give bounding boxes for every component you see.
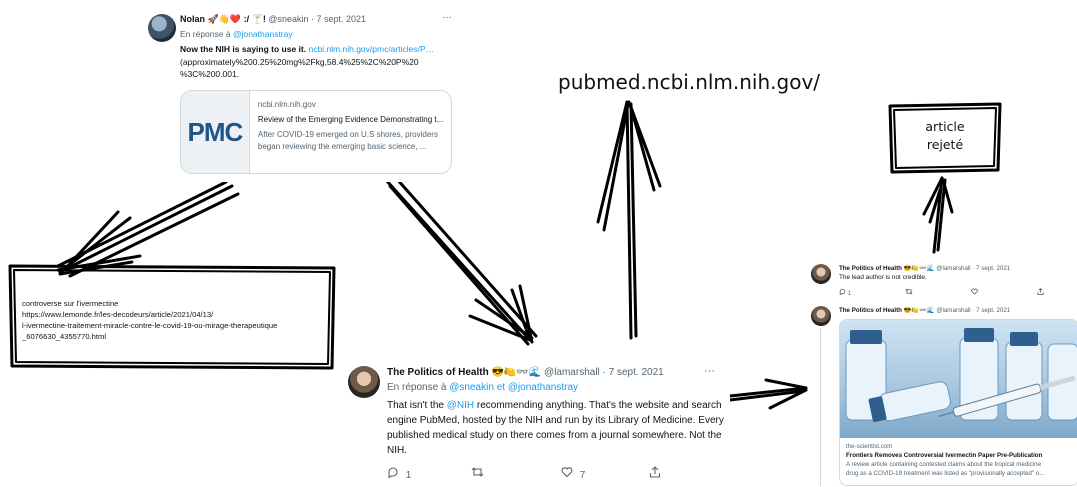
tweet-nolan[interactable]: Nolan 🚀👋❤️ :/ 🍸! @sneakin · 7 sept. 2021… bbox=[146, 10, 462, 182]
reply-prefix: En réponse à bbox=[180, 29, 231, 39]
card-description: began reviewing the emerging basic scien… bbox=[257, 142, 427, 151]
card-title: Frontiers Removes Controversial Ivermect… bbox=[846, 452, 1043, 459]
tweet-body: That isn't the @NIH recommending anythin… bbox=[387, 398, 727, 458]
reply-count: 1 bbox=[405, 470, 412, 481]
author-name[interactable]: The Politics of Health 😎🍋👓🌊 bbox=[839, 307, 934, 314]
heart-icon bbox=[561, 467, 573, 478]
card-description: drug as a COVID-19 treatment was listed … bbox=[846, 470, 1045, 477]
handle-time: @lamarshall · 7 sept. 2021 bbox=[936, 307, 1011, 314]
controversy-url[interactable]: _6076630_4355770.html bbox=[22, 331, 328, 342]
reply-mention[interactable]: @jonathanstray bbox=[508, 382, 578, 393]
reply-button[interactable]: 1 bbox=[839, 288, 852, 297]
heart-icon[interactable] bbox=[971, 288, 978, 295]
arrow-to-small-tweets bbox=[728, 378, 808, 410]
pmc-logo: PMC bbox=[181, 91, 250, 173]
tweet-text: NIH. bbox=[387, 445, 407, 456]
handle-time: @lamarshall · 7 sept. 2021 bbox=[936, 265, 1011, 272]
author-name[interactable]: Nolan 🚀👋❤️ :/ 🍸! bbox=[180, 14, 266, 24]
avatar[interactable] bbox=[811, 264, 831, 284]
share-icon[interactable] bbox=[1037, 288, 1044, 295]
tweet-link[interactable]: ncbi.nlm.nih.gov/pmc/articles/P… bbox=[308, 44, 434, 54]
reply-icon bbox=[839, 288, 846, 296]
tweet-politics-main[interactable]: The Politics of Health 😎🍋👓🌊 @lamarshall … bbox=[340, 358, 730, 487]
controversy-url[interactable]: https://www.lemonde.fr/les-decodeurs/art… bbox=[22, 309, 328, 320]
tweet-text-bold: Now the NIH is saying to use it. bbox=[180, 44, 307, 54]
controversy-title: controverse sur l'ivermectine bbox=[22, 299, 119, 308]
controversy-url[interactable]: l-ivermectine-traitement-miracle-contre-… bbox=[22, 320, 328, 331]
reply-count: 1 bbox=[847, 291, 852, 297]
link-card-scientist[interactable]: the-scientist.com Frontiers Removes Cont… bbox=[839, 319, 1077, 486]
reply-icon bbox=[388, 467, 398, 479]
rejected-line: article bbox=[925, 119, 965, 134]
reply-and: et bbox=[496, 382, 506, 393]
rejected-line: rejeté bbox=[926, 137, 964, 152]
arrow-to-pubmed bbox=[596, 100, 662, 340]
annotation-pubmed: pubmed.ncbi.nlm.nih.gov/ bbox=[558, 70, 821, 94]
tweet-text: That isn't the bbox=[387, 400, 444, 411]
more-icon[interactable]: ··· bbox=[442, 12, 452, 23]
card-domain: ncbi.nlm.nih.gov bbox=[257, 100, 316, 109]
retweet-icon bbox=[471, 467, 484, 477]
arrow-to-rejected bbox=[922, 176, 954, 254]
like-button[interactable]: 7 bbox=[561, 466, 585, 481]
author-name[interactable]: The Politics of Health 😎🍋👓🌊 bbox=[839, 265, 934, 272]
handle-time: @sneakin · 7 sept. 2021 bbox=[268, 14, 367, 24]
avatar[interactable] bbox=[148, 14, 176, 42]
card-description: After COVID-19 emerged on U.S shores, pr… bbox=[257, 130, 438, 139]
tweet-text-line: %3C%200.001. bbox=[180, 69, 240, 79]
tweet-text: The lead author is not credible. bbox=[839, 274, 927, 281]
reply-mention[interactable]: @jonathanstray bbox=[233, 29, 293, 39]
retweet-button[interactable] bbox=[471, 466, 484, 481]
handle-time: @lamarshall · 7 sept. 2021 bbox=[544, 367, 664, 378]
vials-image bbox=[840, 320, 1077, 438]
tweet-politics-small-1[interactable]: The Politics of Health 😎🍋👓🌊 @lamarshall … bbox=[808, 262, 1077, 302]
arrow-to-politics-tweet bbox=[384, 176, 538, 346]
card-description: A review article containing contested cl… bbox=[846, 461, 1042, 468]
tweet-text-line: (approximately%200.25%20mg%2Fkg,58.4%25%… bbox=[180, 56, 419, 67]
annotation-rejected: article rejeté bbox=[894, 118, 996, 154]
reply-button[interactable]: 1 bbox=[387, 466, 411, 481]
card-domain: the-scientist.com bbox=[846, 443, 893, 450]
reply-prefix: En réponse à bbox=[387, 382, 447, 393]
avatar[interactable] bbox=[348, 366, 380, 398]
reply-mention[interactable]: @sneakin bbox=[449, 382, 494, 393]
avatar[interactable] bbox=[811, 306, 831, 326]
link-card-pmc[interactable]: PMC ncbi.nlm.nih.gov Review of the Emerg… bbox=[180, 90, 452, 174]
tweet-text: recommending anything. That's the websit… bbox=[476, 400, 722, 411]
tweet-politics-small-2[interactable]: The Politics of Health 😎🍋👓🌊 @lamarshall … bbox=[808, 304, 1077, 487]
mention-link[interactable]: @NIH bbox=[447, 400, 474, 411]
retweet-icon[interactable] bbox=[905, 288, 913, 295]
share-button[interactable] bbox=[649, 466, 661, 481]
card-title: Review of the Emerging Evidence Demonstr… bbox=[257, 115, 444, 124]
tweet-text: published medical study on there comes f… bbox=[387, 430, 722, 441]
annotation-controversy: controverse sur l'ivermectine https://ww… bbox=[22, 298, 328, 342]
share-icon bbox=[649, 466, 661, 478]
arrow-to-controversy bbox=[56, 180, 240, 278]
like-count: 7 bbox=[579, 470, 586, 481]
author-name[interactable]: The Politics of Health 😎🍋👓🌊 bbox=[387, 367, 541, 378]
thread-line bbox=[820, 328, 821, 486]
more-icon[interactable]: ··· bbox=[704, 365, 715, 377]
tweet-text: engine PubMed, hosted by the NIH and run… bbox=[387, 415, 724, 426]
